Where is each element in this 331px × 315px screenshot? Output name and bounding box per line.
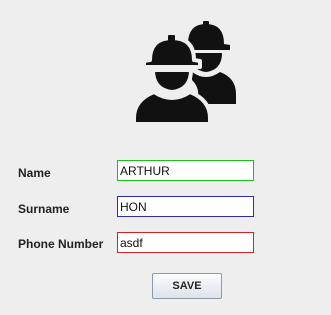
save-button[interactable]: SAVE: [152, 273, 222, 299]
workers-hardhat-icon: [136, 21, 236, 124]
name-label: Name: [18, 166, 51, 180]
surname-label: Surname: [18, 202, 70, 216]
form-panel: Name Surname Phone Number SAVE: [0, 0, 331, 315]
phone-number-label: Phone Number: [18, 237, 104, 251]
surname-input[interactable]: [117, 196, 254, 217]
phone-number-input[interactable]: [117, 232, 254, 253]
name-input[interactable]: [117, 160, 254, 181]
